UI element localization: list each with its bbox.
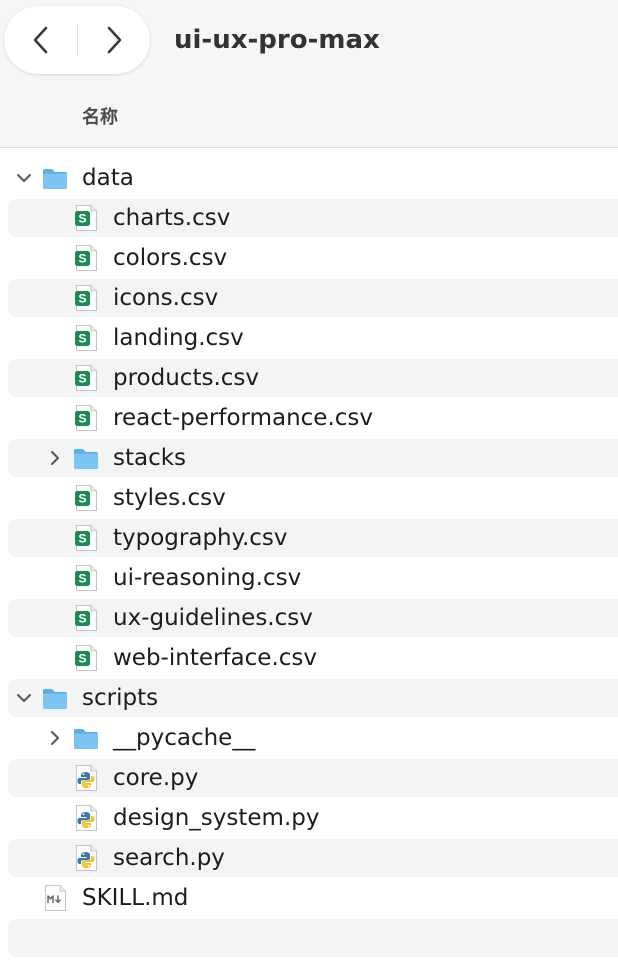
spreadsheet-icon: S [72, 364, 100, 392]
item-name: core.py [113, 765, 199, 791]
spreadsheet-icon: S [72, 244, 100, 272]
item-name: ux-guidelines.csv [113, 605, 313, 631]
item-name: icons.csv [113, 285, 219, 311]
back-button[interactable] [4, 6, 77, 74]
svg-text:S: S [78, 492, 86, 506]
folder-row[interactable]: data [0, 158, 618, 198]
column-header: 名称 [0, 90, 618, 148]
chevron-down-icon [17, 694, 31, 702]
item-name: SKILL.md [82, 885, 189, 911]
item-name: ui-reasoning.csv [113, 565, 302, 591]
svg-text:S: S [78, 532, 86, 546]
file-row[interactable]: Sstyles.csv [0, 478, 618, 518]
folder-icon [41, 684, 69, 712]
disclosure-toggle[interactable] [14, 688, 34, 708]
chevron-down-icon [17, 174, 31, 182]
chevron-right-icon [107, 26, 121, 54]
item-name: web-interface.csv [113, 645, 317, 671]
item-name: design_system.py [113, 805, 320, 831]
spreadsheet-icon: S [72, 524, 100, 552]
file-row[interactable]: Sui-reasoning.csv [0, 558, 618, 598]
svg-text:S: S [78, 572, 86, 586]
finder-window: ui-ux-pro-max 名称 data Scharts.csv Scolors.… [0, 0, 618, 962]
file-row[interactable]: design_system.py [0, 798, 618, 838]
chevron-right-icon [51, 451, 59, 465]
spreadsheet-icon: S [72, 284, 100, 312]
empty-row [0, 918, 618, 958]
file-row[interactable]: Sicons.csv [0, 278, 618, 318]
navigation-buttons [4, 6, 150, 74]
spreadsheet-icon: S [72, 484, 100, 512]
disclosure-toggle[interactable] [14, 168, 34, 188]
item-name: scripts [82, 685, 159, 711]
folder-row[interactable]: stacks [0, 438, 618, 478]
folder-icon [72, 444, 100, 472]
chevron-right-icon [51, 731, 59, 745]
python-file-icon [72, 804, 100, 832]
svg-text:S: S [78, 372, 86, 386]
file-row[interactable]: Sproducts.csv [0, 358, 618, 398]
file-row[interactable]: Scolors.csv [0, 238, 618, 278]
item-name: __pycache__ [113, 725, 256, 751]
item-name: data [82, 165, 134, 191]
forward-button[interactable] [77, 6, 150, 74]
python-file-icon [72, 764, 100, 792]
spreadsheet-icon: S [72, 324, 100, 352]
window-title: ui-ux-pro-max [174, 25, 380, 55]
svg-text:S: S [78, 292, 86, 306]
item-name: colors.csv [113, 245, 228, 271]
svg-text:S: S [78, 332, 86, 346]
python-file-icon [72, 844, 100, 872]
svg-text:S: S [78, 652, 86, 666]
item-name: stacks [113, 445, 187, 471]
folder-row[interactable]: __pycache__ [0, 718, 618, 758]
name-column-header[interactable]: 名称 [82, 105, 118, 131]
file-row[interactable]: Sux-guidelines.csv [0, 598, 618, 638]
spreadsheet-icon: S [72, 644, 100, 672]
markdown-file-icon [41, 884, 69, 912]
file-row[interactable]: core.py [0, 758, 618, 798]
item-name: styles.csv [113, 485, 226, 511]
disclosure-toggle[interactable] [45, 728, 65, 748]
file-row[interactable]: Scharts.csv [0, 198, 618, 238]
svg-text:S: S [78, 612, 86, 626]
svg-text:S: S [78, 412, 86, 426]
disclosure-toggle[interactable] [45, 448, 65, 468]
folder-row[interactable]: scripts [0, 678, 618, 718]
file-row[interactable]: Sweb-interface.csv [0, 638, 618, 678]
file-row[interactable]: SKILL.md [0, 878, 618, 918]
item-name: landing.csv [113, 325, 244, 351]
toolbar: ui-ux-pro-max [0, 0, 618, 90]
item-name: react-performance.csv [113, 405, 374, 431]
file-row[interactable]: Sreact-performance.csv [0, 398, 618, 438]
chevron-left-icon [33, 26, 47, 54]
file-row[interactable]: Stypography.csv [0, 518, 618, 558]
file-row[interactable]: search.py [0, 838, 618, 878]
item-name: products.csv [113, 365, 259, 391]
item-name: search.py [113, 845, 225, 871]
spreadsheet-icon: S [72, 204, 100, 232]
item-name: charts.csv [113, 205, 231, 231]
file-row[interactable]: Slanding.csv [0, 318, 618, 358]
spreadsheet-icon: S [72, 564, 100, 592]
svg-text:S: S [78, 212, 86, 226]
svg-text:S: S [78, 252, 86, 266]
spreadsheet-icon: S [72, 404, 100, 432]
folder-icon [41, 164, 69, 192]
file-list: data Scharts.csv Scolors.csv Sicons.csv Slan… [0, 158, 618, 958]
folder-icon [72, 724, 100, 752]
spreadsheet-icon: S [72, 604, 100, 632]
item-name: typography.csv [113, 525, 288, 551]
